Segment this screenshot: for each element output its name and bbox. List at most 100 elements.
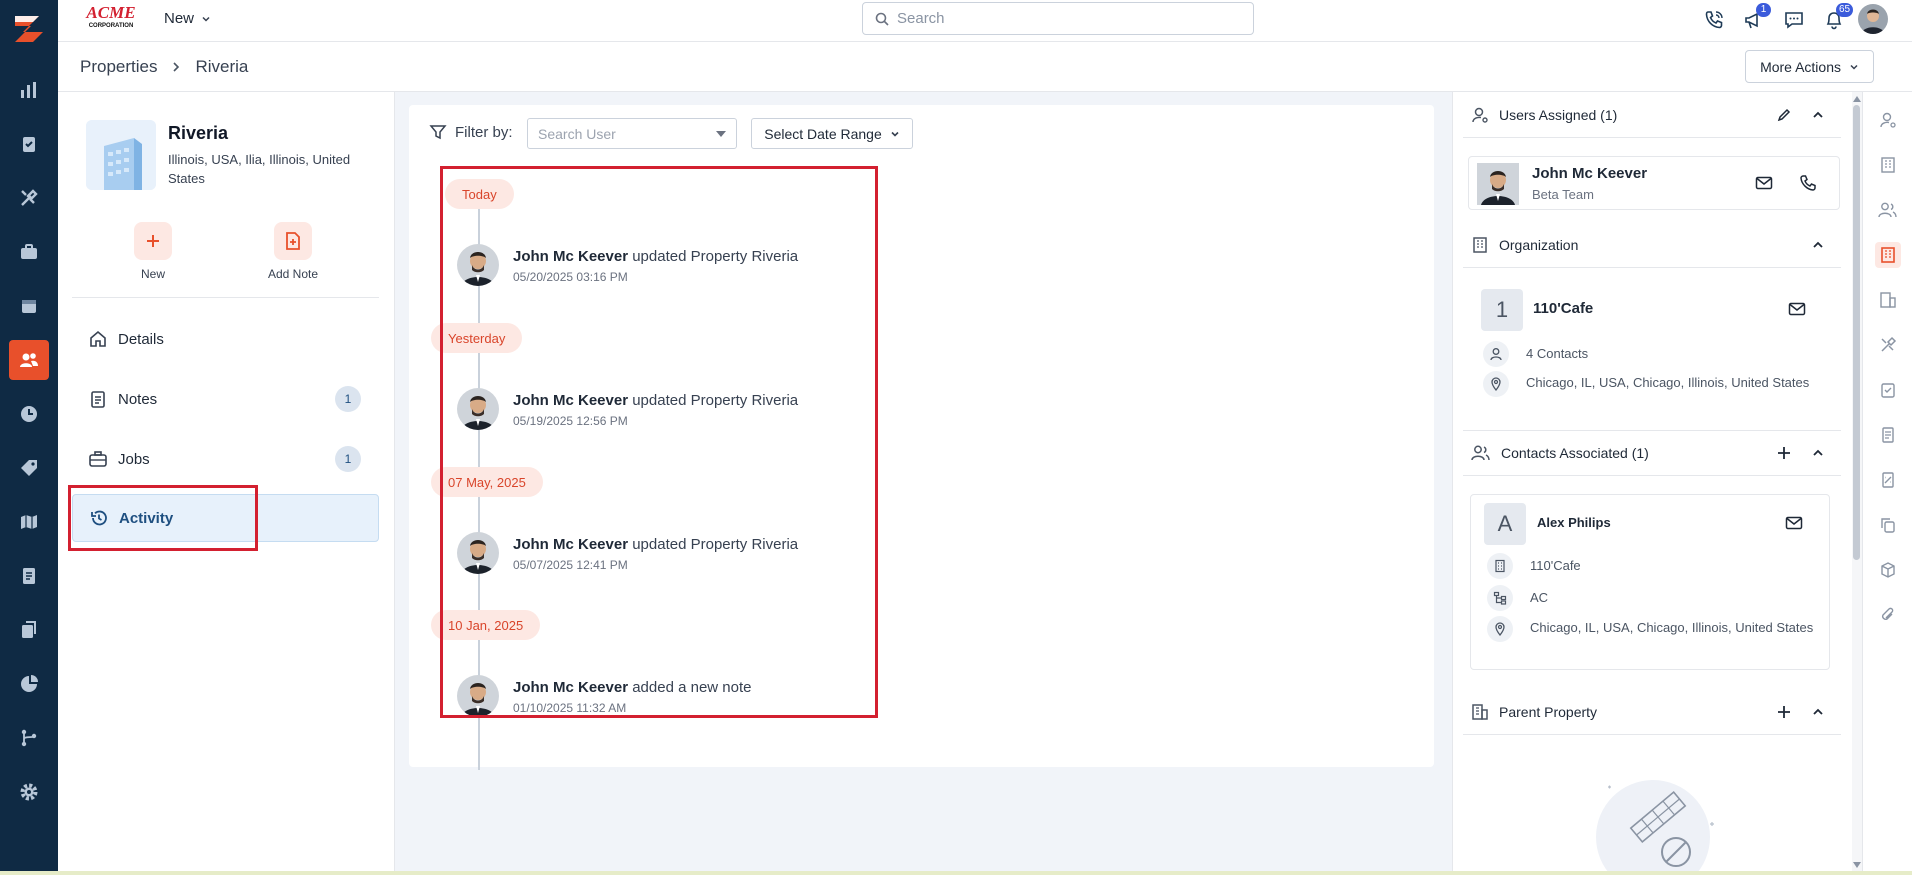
menu-item-label: Activity bbox=[119, 509, 174, 527]
building-icon bbox=[1487, 553, 1513, 579]
rail-notes-icon[interactable] bbox=[1876, 423, 1900, 447]
svg-text:ACME: ACME bbox=[85, 3, 135, 22]
organization-title: Organization bbox=[1499, 236, 1579, 253]
chevron-up-icon[interactable] bbox=[1807, 701, 1829, 723]
briefcase-icon bbox=[89, 451, 107, 467]
search-user-select[interactable] bbox=[527, 118, 737, 149]
organization-name[interactable]: 110'Cafe bbox=[1533, 300, 1593, 317]
activity-entry: John Mc Keever updated Property Riveria … bbox=[457, 388, 857, 432]
email-icon[interactable] bbox=[1785, 515, 1803, 531]
email-icon[interactable] bbox=[1755, 175, 1773, 191]
rail-building-icon[interactable] bbox=[1876, 153, 1900, 177]
nav-map-icon[interactable] bbox=[9, 502, 49, 542]
activity-time: 05/19/2025 12:56 PM bbox=[513, 414, 628, 428]
rail-organization-icon[interactable] bbox=[1875, 242, 1901, 268]
scroll-up-icon[interactable] bbox=[1853, 96, 1861, 102]
nav-briefcase-icon[interactable] bbox=[9, 232, 49, 272]
new-button[interactable] bbox=[134, 222, 172, 260]
breadcrumb-properties-link[interactable]: Properties bbox=[80, 57, 157, 77]
email-icon[interactable] bbox=[1788, 301, 1806, 317]
notifications-icon[interactable]: 65 bbox=[1820, 3, 1854, 34]
phone-icon[interactable] bbox=[1799, 174, 1817, 192]
rail-estimate-icon[interactable] bbox=[1876, 468, 1900, 492]
nav-invoice-icon[interactable] bbox=[9, 556, 49, 596]
chat-icon[interactable] bbox=[1780, 6, 1808, 34]
edit-icon[interactable] bbox=[1773, 104, 1795, 126]
announcements-badge: 1 bbox=[1756, 3, 1771, 17]
user-avatar[interactable] bbox=[1858, 4, 1888, 34]
menu-item-notes[interactable]: Notes 1 bbox=[72, 375, 379, 423]
add-note-label: Add Note bbox=[267, 267, 319, 281]
page-header: Properties Riveria More Actions bbox=[58, 42, 1912, 92]
search-user-input[interactable] bbox=[538, 125, 708, 142]
date-range-label: Select Date Range bbox=[764, 125, 882, 142]
nav-tools-icon[interactable] bbox=[9, 178, 49, 218]
activity-user[interactable]: John Mc Keever bbox=[513, 536, 628, 553]
rail-copy-icon[interactable] bbox=[1876, 513, 1900, 537]
user-cog-icon bbox=[1472, 107, 1488, 123]
rail-tools-icon[interactable] bbox=[1876, 333, 1900, 357]
scroll-down-icon[interactable] bbox=[1853, 862, 1861, 868]
date-chip: Yesterday bbox=[431, 323, 523, 353]
app-logo-icon[interactable] bbox=[9, 8, 49, 48]
global-search[interactable] bbox=[862, 2, 1254, 35]
chevron-up-icon[interactable] bbox=[1807, 234, 1829, 256]
nav-documents-icon[interactable] bbox=[9, 610, 49, 650]
right-icon-rail bbox=[1862, 92, 1912, 875]
date-chip: 07 May, 2025 bbox=[431, 467, 543, 497]
phone-icon[interactable] bbox=[1700, 6, 1728, 34]
nav-workflow-icon[interactable] bbox=[9, 718, 49, 758]
activity-user[interactable]: John Mc Keever bbox=[513, 392, 628, 409]
activity-text: John Mc Keever updated Property Riveria bbox=[513, 392, 798, 409]
nav-tasks-icon[interactable] bbox=[9, 124, 49, 164]
quick-action-add-note[interactable]: Add Note bbox=[248, 222, 338, 281]
activity-action: updated Property Riveria bbox=[632, 536, 799, 553]
new-button-label: New bbox=[140, 267, 165, 281]
brand-logo[interactable]: ACME CORPORATION bbox=[80, 3, 142, 29]
more-actions-button[interactable]: More Actions bbox=[1745, 50, 1874, 83]
rail-contacts-icon[interactable] bbox=[1876, 198, 1900, 222]
activity-time: 01/10/2025 11:32 AM bbox=[513, 701, 627, 715]
menu-item-activity[interactable]: Activity bbox=[72, 494, 379, 542]
contact-name[interactable]: Alex Philips bbox=[1537, 515, 1611, 530]
users-assigned-header: Users Assigned (1) bbox=[1463, 92, 1841, 138]
nav-contacts-icon[interactable] bbox=[9, 340, 49, 380]
nav-tag-icon[interactable] bbox=[9, 448, 49, 488]
rail-property-icon[interactable] bbox=[1876, 288, 1900, 312]
user-avatar bbox=[457, 675, 499, 717]
rail-attachment-icon[interactable] bbox=[1876, 603, 1900, 627]
property-address: Illinois, USA, Ilia, Illinois, United St… bbox=[168, 152, 351, 186]
organization-avatar: 1 bbox=[1481, 289, 1523, 331]
scrollbar-thumb[interactable] bbox=[1853, 105, 1860, 560]
property-sidebar: Riveria Illinois, USA, Ilia, Illinois, U… bbox=[58, 92, 395, 875]
nav-reports-icon[interactable] bbox=[9, 664, 49, 704]
global-search-input[interactable] bbox=[897, 10, 1227, 27]
activity-entry: John Mc Keever updated Property Riveria … bbox=[457, 532, 857, 576]
quick-action-new[interactable]: New bbox=[108, 222, 198, 281]
new-dropdown[interactable]: New bbox=[164, 10, 211, 27]
announcements-icon[interactable]: 1 bbox=[1740, 3, 1771, 34]
menu-item-jobs[interactable]: Jobs 1 bbox=[72, 435, 379, 483]
chevron-down-icon bbox=[202, 16, 210, 22]
nav-calendar-icon[interactable] bbox=[9, 286, 49, 326]
chevron-right-icon bbox=[173, 62, 180, 72]
chevron-up-icon[interactable] bbox=[1807, 104, 1829, 126]
activity-user[interactable]: John Mc Keever bbox=[513, 679, 628, 696]
add-note-icon bbox=[286, 232, 300, 250]
date-range-button[interactable]: Select Date Range bbox=[751, 118, 913, 149]
plus-icon[interactable] bbox=[1773, 701, 1795, 723]
date-chip: Today bbox=[445, 179, 514, 209]
nav-settings-icon[interactable] bbox=[9, 772, 49, 812]
chevron-up-icon[interactable] bbox=[1807, 442, 1829, 464]
rail-package-icon[interactable] bbox=[1876, 558, 1900, 582]
menu-item-details[interactable]: Details bbox=[72, 315, 379, 363]
plus-icon[interactable] bbox=[1773, 442, 1795, 464]
contact-card: A Alex Philips 110'Cafe AC Chicago, IL, … bbox=[1470, 494, 1830, 670]
nav-time-icon[interactable] bbox=[9, 394, 49, 434]
add-note-button[interactable] bbox=[274, 222, 312, 260]
activity-user[interactable]: John Mc Keever bbox=[513, 248, 628, 265]
rail-tasks-icon[interactable] bbox=[1876, 378, 1900, 402]
activity-action: updated Property Riveria bbox=[632, 392, 799, 409]
nav-dashboard-icon[interactable] bbox=[9, 70, 49, 110]
rail-user-settings-icon[interactable] bbox=[1876, 108, 1900, 132]
